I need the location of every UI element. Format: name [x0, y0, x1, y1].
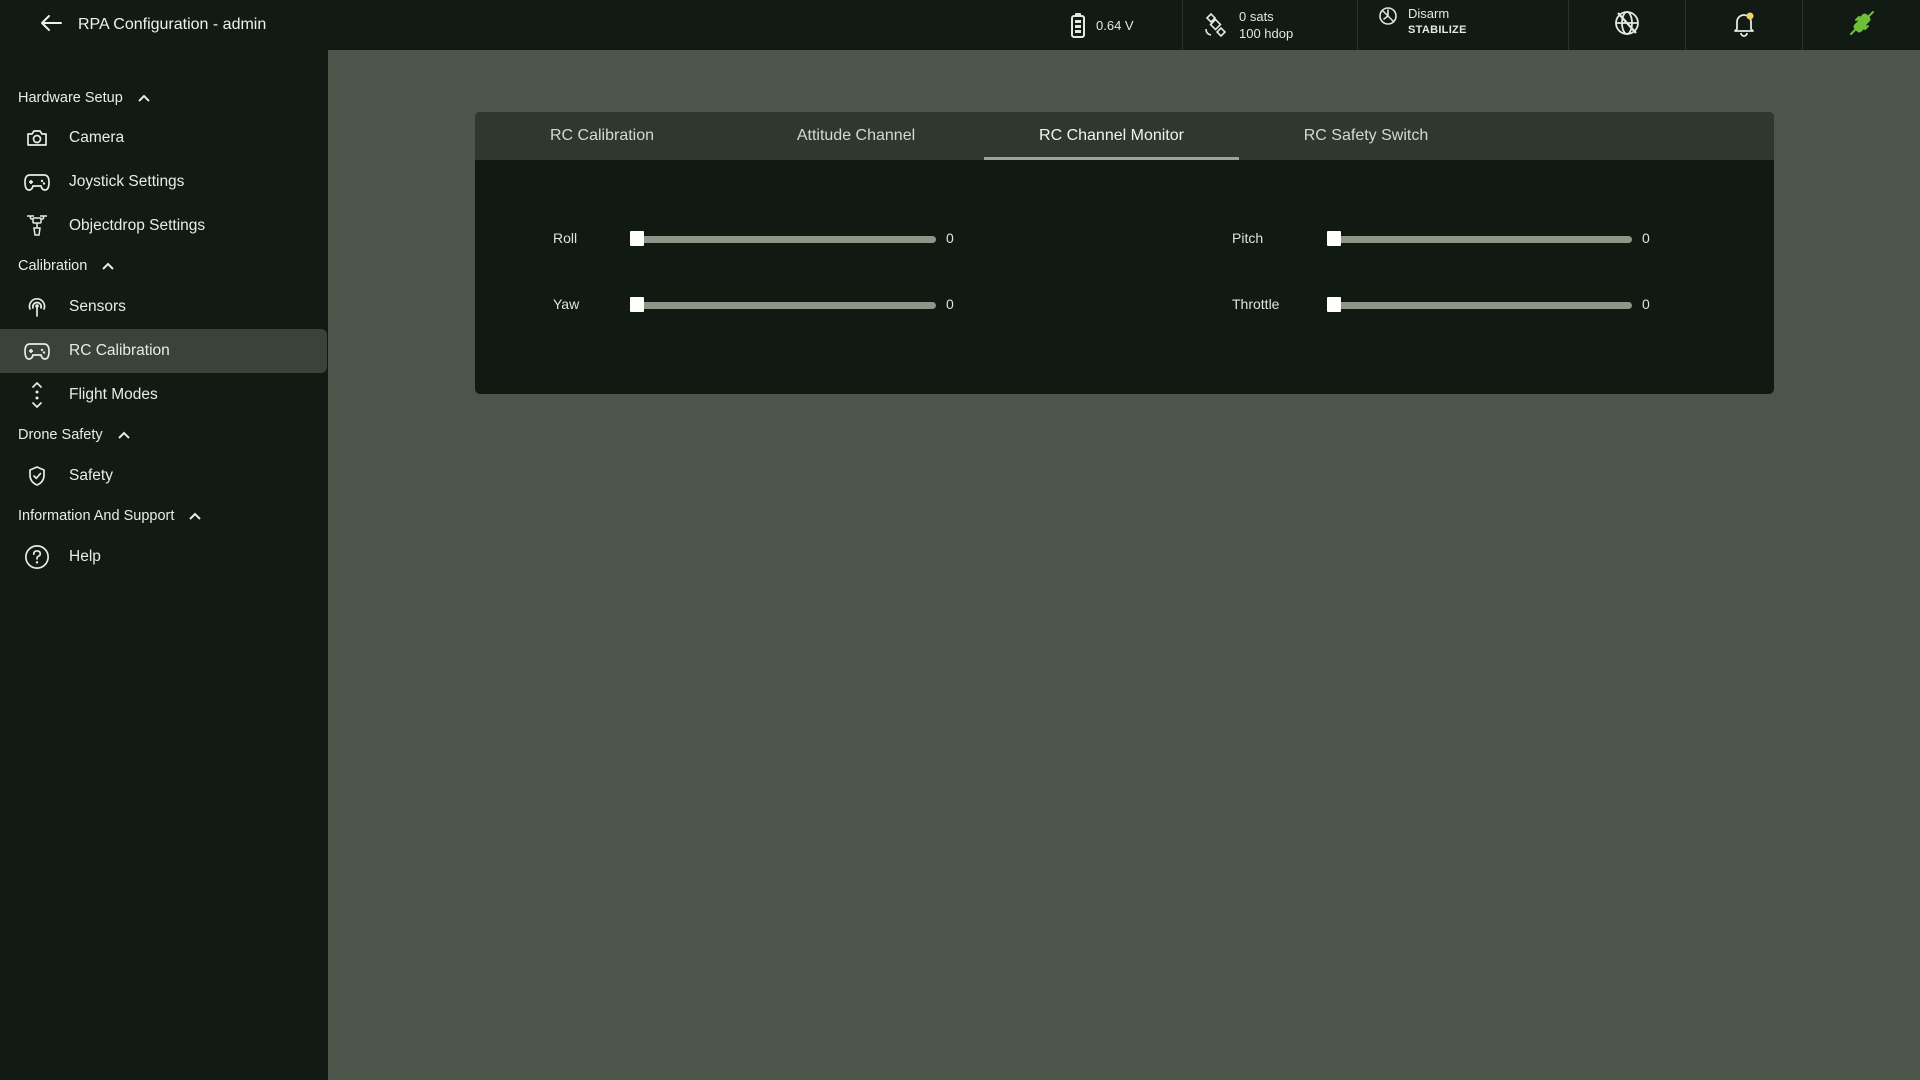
no-gps-globe-icon: [1613, 9, 1641, 42]
back-button[interactable]: [26, 0, 76, 50]
slider-thumb[interactable]: [1327, 231, 1341, 246]
arm-status-icon: [1378, 6, 1398, 26]
throttle-slider[interactable]: [1327, 297, 1632, 312]
slider-thumb[interactable]: [630, 297, 644, 312]
yaw-slider[interactable]: [630, 297, 936, 312]
battery-icon: [1070, 12, 1086, 38]
gps-hdop: 100 hdop: [1239, 26, 1294, 41]
section-label: Calibration: [18, 258, 88, 274]
sidebar-item-label: Camera: [69, 129, 125, 146]
sidebar: Hardware Setup Camera Joystick Settings …: [0, 50, 328, 1080]
gps-sats: 0 sats: [1239, 9, 1274, 24]
sidebar-item-sensors[interactable]: Sensors: [0, 285, 327, 329]
sidebar-item-label: Objectdrop Settings: [69, 217, 206, 234]
top-bar: RPA Configuration - admin 0.64 V 0 sats …: [0, 0, 1920, 50]
sidebar-item-help[interactable]: Help: [0, 535, 327, 579]
chevron-up-icon: [188, 512, 202, 521]
section-information-and-support[interactable]: Information And Support: [18, 504, 202, 528]
section-drone-safety[interactable]: Drone Safety: [18, 423, 131, 447]
app-title: RPA Configuration - admin: [78, 16, 267, 33]
sensor-signal-icon: [24, 294, 50, 320]
sidebar-item-camera[interactable]: Camera: [0, 116, 327, 160]
sidebar-item-joystick-settings[interactable]: Joystick Settings: [0, 160, 327, 204]
tab-rc-safety-switch[interactable]: RC Safety Switch: [1239, 112, 1493, 160]
arrow-left-icon: [39, 13, 63, 38]
channel-value-throttle: 0: [1642, 296, 1650, 312]
section-label: Hardware Setup: [18, 90, 123, 106]
sidebar-item-label: Joystick Settings: [69, 173, 185, 190]
arm-state: Disarm: [1408, 6, 1450, 21]
gps-status[interactable]: 0 sats 100 hdop: [1183, 0, 1358, 50]
gps-lock-button[interactable]: [1569, 0, 1686, 50]
section-label: Information And Support: [18, 508, 175, 524]
help-circle-icon: [24, 544, 50, 570]
tab-rc-channel-monitor[interactable]: RC Channel Monitor: [984, 112, 1239, 160]
slider-track: [1327, 236, 1632, 243]
section-label: Drone Safety: [18, 427, 103, 443]
channel-label-yaw: Yaw: [553, 296, 580, 312]
sidebar-item-label: Help: [69, 548, 101, 565]
tab-rc-calibration[interactable]: RC Calibration: [475, 112, 729, 160]
sidebar-item-objectdrop-settings[interactable]: Objectdrop Settings: [0, 204, 327, 248]
chevron-up-icon: [137, 94, 151, 103]
section-hardware-setup[interactable]: Hardware Setup: [18, 86, 151, 110]
battery-voltage: 0.64 V: [1096, 17, 1134, 33]
sidebar-item-label: Sensors: [69, 298, 126, 315]
connection-button[interactable]: [1803, 0, 1920, 50]
camera-icon: [24, 125, 50, 151]
drone-drop-icon: [24, 213, 50, 239]
rc-calibration-panel: RC Calibration Attitude Channel RC Chann…: [475, 112, 1774, 394]
sidebar-item-label: Flight Modes: [69, 386, 158, 403]
chevron-up-icon: [101, 262, 115, 271]
flight-mode: STABILIZE: [1408, 24, 1467, 36]
chevron-up-icon: [117, 431, 131, 440]
satellite-icon: [1203, 12, 1229, 38]
tab-attitude-channel[interactable]: Attitude Channel: [729, 112, 983, 160]
slider-thumb[interactable]: [630, 231, 644, 246]
battery-status[interactable]: 0.64 V: [1050, 0, 1183, 50]
pitch-slider[interactable]: [1327, 231, 1632, 246]
status-area: 0.64 V 0 sats 100 hdop Disarm STABILIZE: [1050, 0, 1920, 50]
channel-label-throttle: Throttle: [1232, 296, 1280, 312]
slider-track: [630, 302, 936, 309]
arm-mode-status[interactable]: Disarm STABILIZE: [1358, 0, 1569, 50]
gamepad-icon: [24, 338, 50, 364]
tab-bar: RC Calibration Attitude Channel RC Chann…: [475, 112, 1774, 160]
channel-label-pitch: Pitch: [1232, 230, 1264, 246]
channel-value-yaw: 0: [946, 296, 954, 312]
gamepad-icon: [24, 169, 50, 195]
channel-label-roll: Roll: [553, 230, 578, 246]
notifications-button[interactable]: [1686, 0, 1803, 50]
slider-track: [630, 236, 936, 243]
channel-value-roll: 0: [946, 230, 954, 246]
section-calibration[interactable]: Calibration: [18, 254, 115, 278]
connection-plug-icon: [1847, 8, 1877, 43]
sidebar-item-label: Safety: [69, 467, 113, 484]
channel-value-pitch: 0: [1642, 230, 1650, 246]
sidebar-item-flight-modes[interactable]: Flight Modes: [0, 373, 327, 417]
shield-check-icon: [24, 463, 50, 489]
sidebar-item-safety[interactable]: Safety: [0, 454, 327, 498]
slider-track: [1327, 302, 1632, 309]
flight-modes-icon: [24, 382, 50, 408]
roll-slider[interactable]: [630, 231, 936, 246]
sidebar-item-rc-calibration[interactable]: RC Calibration: [0, 329, 327, 373]
slider-thumb[interactable]: [1327, 297, 1341, 312]
sidebar-item-label: RC Calibration: [69, 342, 170, 359]
notification-bell-icon: [1730, 9, 1758, 42]
